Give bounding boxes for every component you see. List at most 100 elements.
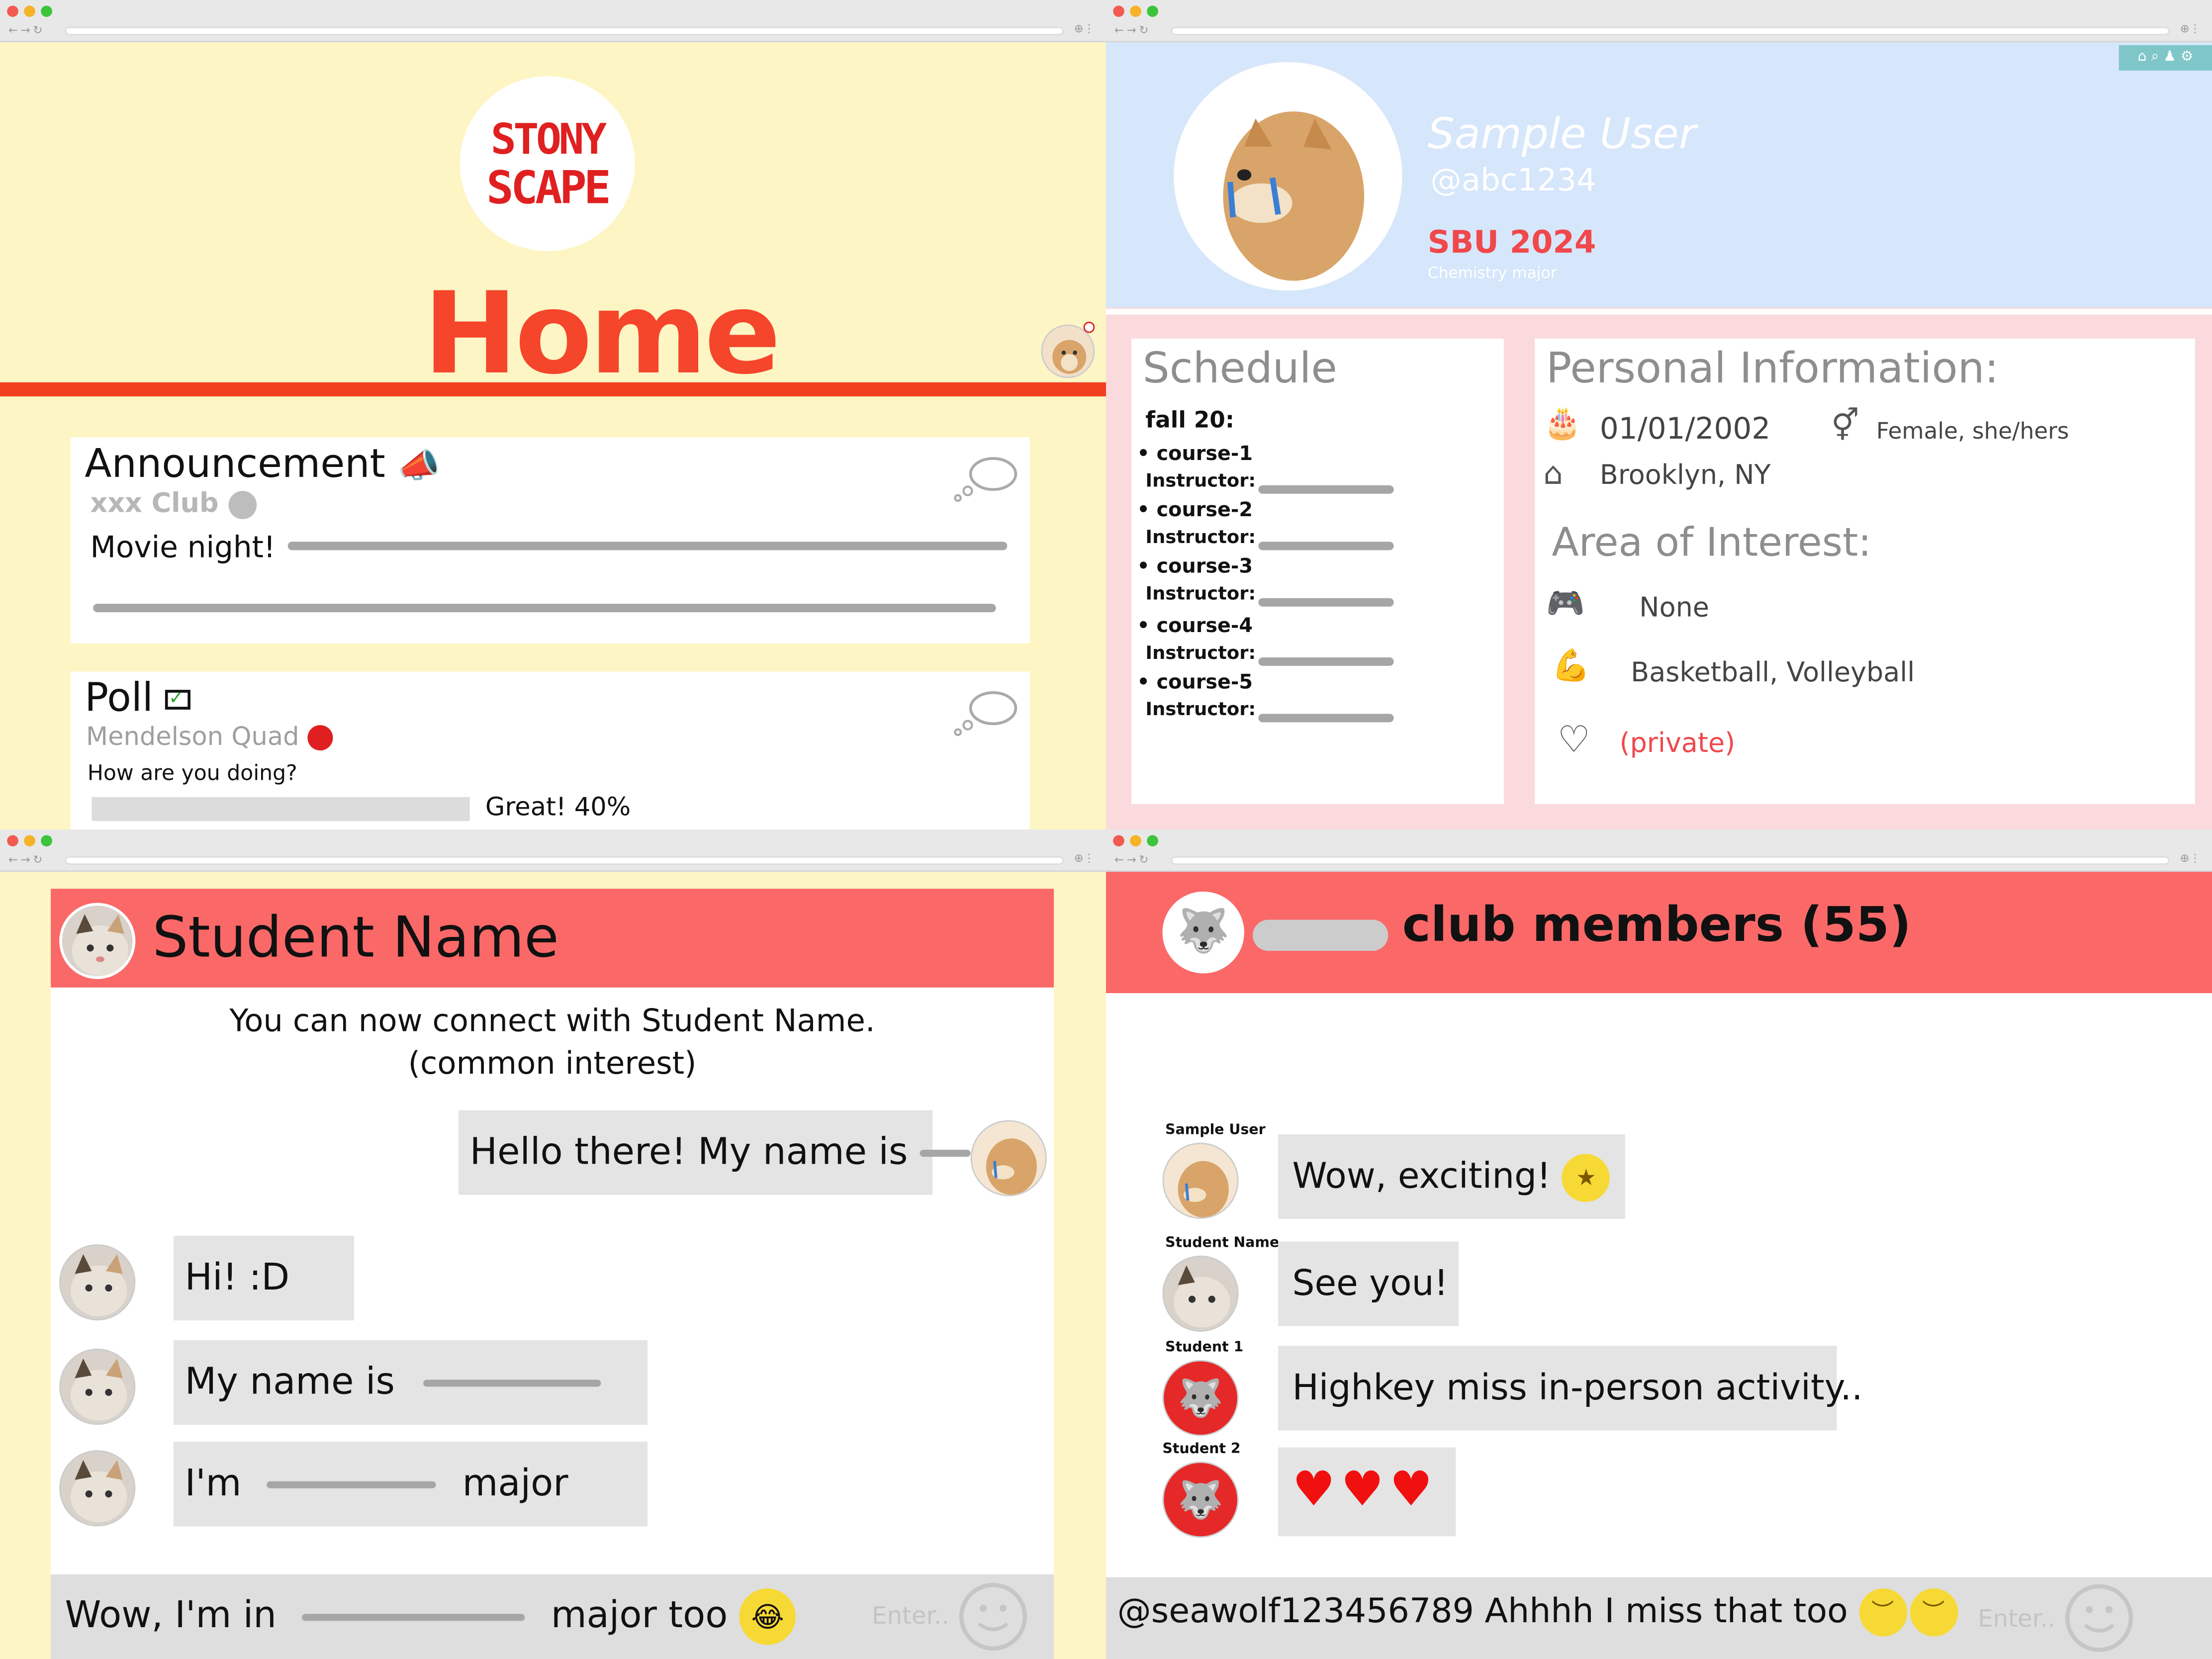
personal-info-title: Personal Information: (1546, 344, 1999, 394)
stonyscape-logo[interactable]: STONY SCAPE (460, 76, 635, 251)
nav-arrows-icon[interactable]: ←→↻ (8, 853, 45, 866)
poll-title: Poll ✓ (85, 674, 191, 721)
minimize-window-button[interactable] (24, 5, 35, 17)
member-message: Wow, exciting! ★ (1278, 1134, 1625, 1219)
checkbox-icon: ✓ (166, 690, 191, 710)
chat-header: Student Name (51, 889, 1054, 988)
logo-text-2: SCAPE (486, 161, 611, 215)
notification-badge-icon[interactable] (1083, 321, 1095, 333)
address-bar[interactable] (1171, 856, 2170, 865)
extensions-icon[interactable]: ⊕⋮ (1074, 852, 1095, 865)
comment-thought-icon[interactable] (951, 452, 1018, 502)
course-name: course-3 (1156, 555, 1253, 579)
connect-notice: You can now connect with Student Name. (… (51, 1002, 1054, 1086)
maximize-window-button[interactable] (1147, 5, 1158, 17)
address-bar[interactable] (1171, 26, 2170, 35)
contact-avatar[interactable] (59, 1244, 136, 1321)
personal-info-panel: Personal Information: 🎂 01/01/2002 ⚥ Fem… (1535, 338, 2195, 804)
close-window-button[interactable] (1113, 5, 1124, 17)
close-window-button[interactable] (7, 835, 18, 847)
heart-icon: ♥ (1341, 1461, 1384, 1518)
instructor-label: Instructor: (1145, 527, 1256, 549)
input-text: Wow, I'm in (65, 1594, 277, 1638)
minimize-window-button[interactable] (1130, 5, 1141, 17)
heart-icon: ♥ (1389, 1461, 1433, 1518)
enter-placeholder: Enter.. (872, 1602, 949, 1631)
address-bar[interactable] (65, 26, 1064, 35)
poll-option-text: Great! (485, 793, 566, 823)
message-text: Hello there! My name is (469, 1131, 908, 1174)
poll-option-bar[interactable] (92, 797, 470, 821)
poll-card[interactable]: Poll ✓ Mendelson Quad How are you doing?… (70, 671, 1030, 830)
close-window-button[interactable] (7, 5, 18, 17)
nav-arrows-icon[interactable]: ←→↻ (1114, 853, 1151, 866)
message-input[interactable]: Wow, I'm in major too 😂 (65, 1588, 796, 1645)
schedule-title: Schedule (1142, 344, 1337, 394)
close-window-button[interactable] (1113, 835, 1124, 847)
club-name: xxx Club (90, 488, 219, 519)
schedule-panel: Schedule fall 20: • course-1 Instructor:… (1131, 338, 1504, 804)
minimize-window-button[interactable] (24, 835, 35, 847)
profile-page: ⌂ ⌕ ♟ ⚙ Sample User @abc1234 SBU 2024 Ch… (1106, 42, 2212, 830)
member-name: Student 1 (1165, 1340, 1244, 1356)
contact-avatar[interactable] (59, 903, 136, 979)
poll-option-label: Great! 40% (485, 793, 631, 823)
poll-option-percent: 40% (574, 793, 631, 823)
comment-thought-icon[interactable] (951, 686, 1018, 737)
member-avatar[interactable] (1162, 1142, 1239, 1219)
member-avatar[interactable] (1162, 1255, 1239, 1332)
browser-chrome: ←→↻ ⊕⋮ (1106, 0, 2212, 43)
message-text: I'm (184, 1463, 242, 1505)
message-text: major (462, 1463, 568, 1505)
message-input[interactable]: @seawolf123456789 Ahhhh I miss that too … (1117, 1588, 1958, 1637)
emoji-picker-button[interactable] (959, 1582, 1027, 1651)
laughing-emoji-icon: 😂 (739, 1588, 796, 1645)
message-bubble-outgoing: Hello there! My name is (458, 1110, 971, 1195)
poll-question: How are you doing? (87, 760, 297, 786)
instructor-label: Instructor: (1145, 584, 1256, 605)
message-input-bar[interactable]: Wow, I'm in major too 😂 Enter.. (51, 1574, 1054, 1659)
message-text: Highkey miss in-person activity.. (1292, 1367, 1863, 1408)
instructor-label: Instructor: (1145, 471, 1256, 493)
address-bar[interactable] (65, 856, 1064, 865)
member-avatar[interactable]: 🐺 (1162, 1461, 1239, 1538)
announcement-card[interactable]: Announcement 📣 xxx Club Movie night! (70, 437, 1030, 644)
browser-chrome: ←→↻ ⊕⋮ (1106, 830, 2212, 872)
chat-page: Student Name You can now connect with St… (0, 872, 1106, 1659)
toolbar-icons[interactable]: ⌂ ⌕ ♟ ⚙ (2119, 45, 2212, 71)
redacted-name (919, 1149, 971, 1157)
wolf-logo-icon[interactable]: 🐺 (1162, 891, 1245, 974)
redacted-text-line (93, 604, 996, 613)
redacted-instructor (1258, 542, 1394, 551)
maximize-window-button[interactable] (1147, 835, 1158, 847)
redacted-instructor (1258, 657, 1394, 666)
contact-avatar[interactable] (59, 1450, 136, 1527)
maximize-window-button[interactable] (41, 835, 52, 847)
course-name: course-1 (1156, 443, 1253, 466)
my-avatar[interactable] (970, 1120, 1047, 1197)
enter-placeholder: Enter.. (1978, 1605, 2055, 1634)
minimize-window-button[interactable] (1130, 835, 1141, 847)
poll-title-text: Poll (85, 674, 154, 721)
message-text: See you! (1292, 1262, 1449, 1304)
member-name: Student Name (1165, 1235, 1280, 1252)
muscle-icon: 💪 (1552, 648, 1591, 684)
nav-arrows-icon[interactable]: ←→↻ (1114, 24, 1151, 37)
user-handle: @abc1234 (1430, 164, 1596, 199)
nav-arrows-icon[interactable]: ←→↻ (8, 24, 45, 37)
extensions-icon[interactable]: ⊕⋮ (2180, 852, 2201, 865)
redacted-instructor (1258, 485, 1394, 494)
megaphone-icon: 📣 (398, 446, 440, 485)
club-page: 🐺 club members (55) Sample User Wow, exc… (1106, 872, 2212, 1659)
extensions-icon[interactable]: ⊕⋮ (2180, 22, 2201, 35)
member-avatar[interactable]: 🐺 (1162, 1360, 1239, 1436)
heart-icon: ♥ (1292, 1461, 1335, 1518)
redacted-club-name (1253, 920, 1388, 951)
extensions-icon[interactable]: ⊕⋮ (1074, 22, 1095, 35)
member-name: Sample User (1165, 1123, 1266, 1139)
maximize-window-button[interactable] (41, 5, 52, 17)
emoji-picker-button[interactable] (2065, 1584, 2133, 1652)
contact-avatar[interactable] (59, 1348, 136, 1425)
message-input-bar[interactable]: @seawolf123456789 Ahhhh I miss that too … (1106, 1577, 2212, 1659)
contact-name: Student Name (152, 906, 559, 971)
